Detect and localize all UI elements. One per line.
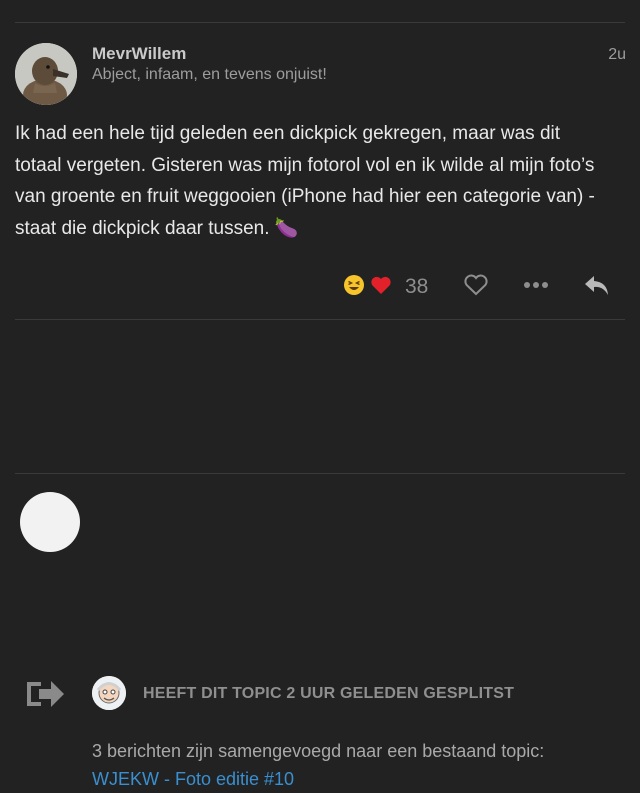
post-divider (15, 319, 625, 320)
heart-outline-icon[interactable] (461, 270, 491, 300)
post-body: Ik had een hele tijd geleden een dickpic… (15, 123, 595, 239)
split-arrow-icon (23, 676, 67, 712)
post-date[interactable]: 2u (608, 46, 626, 64)
reply-icon[interactable] (582, 270, 612, 300)
small-action-description: HEEFT DIT TOPIC 2 UUR GELEDEN GESPLITST (143, 685, 515, 702)
ellipsis-icon[interactable] (521, 270, 551, 300)
post-user-title: Abject, infaam, en tevens onjuist! (92, 66, 327, 83)
staff-avatar[interactable] (92, 676, 126, 710)
staff-avatar-image (92, 676, 126, 710)
duck-avatar-image (15, 43, 77, 105)
bottom-divider (15, 473, 625, 474)
topic-link[interactable]: WJEKW - Foto editie #10 (92, 765, 294, 793)
avatar[interactable] (15, 43, 77, 105)
red-heart-icon[interactable] (370, 274, 392, 296)
small-action-text: 3 berichten zijn samengevoegd naar een b… (92, 741, 545, 761)
next-post-avatar[interactable] (20, 492, 80, 552)
post-actions: 38 (0, 266, 640, 306)
reaction-count[interactable]: 38 (405, 275, 428, 299)
top-divider (15, 22, 625, 23)
laughing-face-icon[interactable] (343, 274, 365, 296)
post-username[interactable]: MevrWillem (92, 44, 186, 64)
